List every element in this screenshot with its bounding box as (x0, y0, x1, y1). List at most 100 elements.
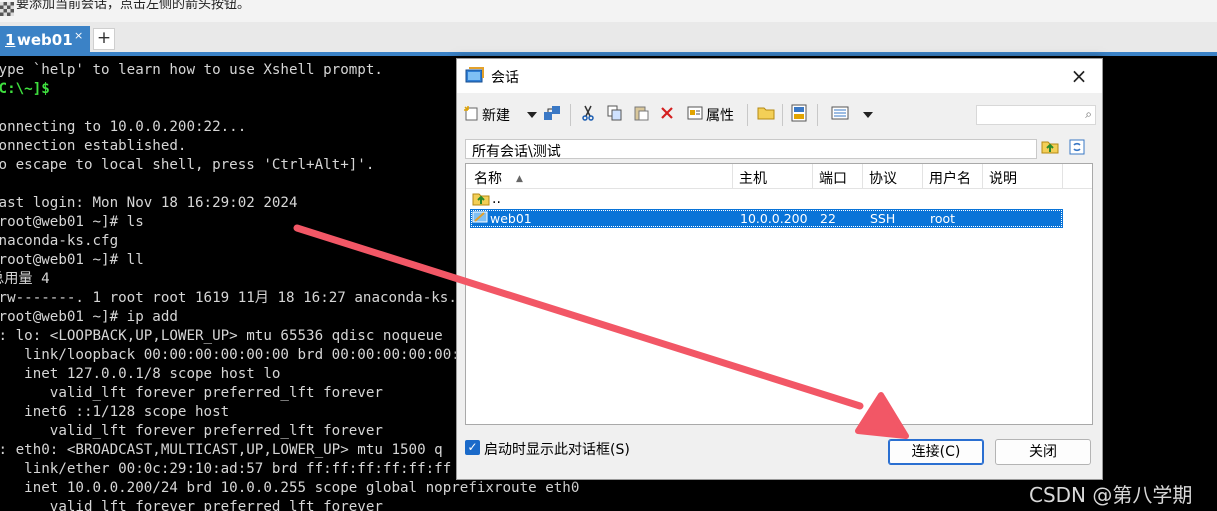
terminal-line: 总用量 4 (0, 271, 50, 287)
column-header-name[interactable]: 名称 ▲ (474, 168, 523, 188)
sort-ascending-icon: ▲ (516, 174, 523, 184)
chevron-down-icon (863, 107, 873, 123)
delete-button[interactable] (660, 103, 674, 127)
terminal-line: To escape to local shell, press 'Ctrl+Al… (0, 157, 375, 173)
terminal-line: Last login: Mon Nov 18 16:29:02 2024 (0, 195, 298, 211)
column-separator (982, 164, 983, 188)
session-host: 10.0.0.200 (740, 211, 808, 226)
session-manager-button[interactable] (791, 103, 807, 127)
path-field[interactable]: 所有会话\测试 (465, 139, 1037, 160)
session-list: 名称 ▲ 主机 端口 协议 用户名 说明 .. web01 10.0.0.200 … (465, 163, 1093, 425)
new-session-label: 新建 (482, 108, 510, 124)
terminal-line: -rw-------. 1 root root 1619 11月 18 16:2… (0, 290, 483, 306)
terminal-line: anaconda-ks.cfg (0, 233, 119, 249)
terminal-line: [root@web01 ~]# ip add (0, 309, 178, 325)
close-button[interactable]: 关闭 (995, 439, 1091, 465)
terminal-line: link/ether 00:0c:29:10:ad:57 brd ff:ff:f… (0, 461, 452, 477)
copy-button[interactable] (607, 103, 623, 127)
properties-label: 属性 (706, 108, 734, 124)
hint-icon (0, 2, 14, 16)
toolbar-separator (817, 104, 818, 126)
list-item-parent-folder[interactable]: .. (472, 191, 501, 209)
session-icon (472, 210, 488, 227)
paste-button[interactable] (633, 103, 649, 127)
search-input[interactable]: ⌕ (976, 105, 1096, 125)
terminal-line: link/loopback 00:00:00:00:00:00 brd 00:0… (0, 347, 477, 363)
toolbar-separator (570, 104, 571, 126)
column-separator (922, 164, 923, 188)
hint-bar: 要添加当前会话，点击左侧的箭头按钮。 (0, 0, 1217, 22)
folder-up-icon[interactable] (1041, 139, 1059, 159)
connect-button[interactable]: 连接(C) (888, 439, 984, 465)
properties-button[interactable]: 属性 (687, 103, 734, 127)
terminal-line: valid_lft forever preferred_lft forever (0, 423, 383, 439)
terminal-line: Type `help' to learn how to use Xshell p… (0, 62, 383, 78)
scissors-icon (581, 105, 595, 125)
startup-checkbox[interactable]: ✓ (465, 440, 480, 455)
paste-icon (633, 105, 649, 125)
new-dropdown-arrow[interactable] (527, 103, 537, 127)
terminal-line: valid_lft forever preferred_lft forever (0, 385, 383, 401)
session-protocol: SSH (870, 211, 896, 226)
tab-web01[interactable]: 1 web01 × (0, 26, 90, 52)
network-button[interactable] (543, 103, 561, 127)
tab-bar: 1 web01 × + (0, 22, 1217, 56)
terminal-line: 2: eth0: <BROADCAST,MULTICAST,UP,LOWER_U… (0, 442, 443, 458)
column-header-description[interactable]: 说明 (989, 168, 1017, 188)
network-icon (543, 104, 561, 126)
terminal-prompt: [C:\~]$ (0, 81, 50, 97)
column-header-protocol[interactable]: 协议 (869, 168, 897, 188)
dialog-title: 会话 (491, 70, 519, 86)
chevron-down-icon (527, 107, 537, 123)
dialog-footer: ✓ 启动时显示此对话框(S) 连接(C) 关闭 (457, 431, 1102, 479)
folder-icon (757, 105, 775, 125)
session-dialog: 会话 × 新建 属性 ⌕ 所有会话\测试 名称 ▲ 主机 端口 协议 用户名 说… (456, 58, 1103, 480)
column-separator (812, 164, 813, 188)
copy-icon (607, 105, 623, 125)
toolbar-separator (782, 104, 783, 126)
tab-close-icon[interactable]: × (74, 29, 83, 42)
list-view-icon (831, 106, 849, 124)
tab-label: web01 (17, 31, 73, 49)
refresh-icon[interactable] (1069, 139, 1085, 159)
cut-button[interactable] (581, 103, 595, 127)
delete-icon (660, 106, 674, 124)
session-manager-icon (791, 104, 807, 126)
terminal-line: valid_lft forever preferred_lft forever (0, 499, 383, 511)
list-header: 名称 ▲ 主机 端口 协议 用户名 说明 (466, 164, 1092, 189)
column-header-host[interactable]: 主机 (739, 168, 767, 188)
toolbar-separator (747, 104, 748, 126)
startup-checkbox-label[interactable]: 启动时显示此对话框(S) (484, 439, 630, 459)
close-icon[interactable]: × (1066, 63, 1092, 89)
search-icon: ⌕ (1085, 107, 1092, 121)
terminal-line: [root@web01 ~]# ll (0, 252, 144, 268)
column-separator (732, 164, 733, 188)
terminal-line: [root@web01 ~]# ls (0, 214, 144, 230)
sessions-icon (465, 67, 485, 89)
parent-folder-label: .. (492, 191, 501, 207)
new-session-icon (463, 105, 479, 125)
session-port: 22 (820, 211, 836, 226)
terminal-line: Connecting to 10.0.0.200:22... (0, 119, 247, 135)
path-bar: 所有会话\测试 (465, 137, 1093, 161)
new-session-button[interactable]: 新建 (463, 103, 510, 127)
dialog-toolbar: 新建 属性 ⌕ (457, 99, 1102, 131)
view-button[interactable] (831, 103, 873, 127)
column-separator (862, 164, 863, 188)
terminal-line: inet 10.0.0.200/24 brd 10.0.0.255 scope … (0, 480, 580, 496)
table-row[interactable]: web01 10.0.0.200 22 SSH root (470, 209, 1063, 228)
new-folder-button[interactable] (757, 103, 775, 127)
column-separator (1062, 164, 1063, 188)
path-text: 所有会话\测试 (472, 144, 561, 160)
properties-icon (687, 105, 703, 125)
session-name: web01 (490, 211, 532, 226)
tab-number: 1 (5, 31, 16, 49)
terminal-line: inet6 ::1/128 scope host (0, 404, 230, 420)
watermark: CSDN @第八学期 (1029, 483, 1193, 507)
terminal-line: 1: lo: <LOOPBACK,UP,LOWER_UP> mtu 65536 … (0, 328, 443, 344)
column-header-port[interactable]: 端口 (819, 168, 847, 188)
column-header-user[interactable]: 用户名 (929, 168, 971, 188)
terminal-line: inet 127.0.0.1/8 scope host lo (0, 366, 281, 382)
add-tab-button[interactable]: + (93, 28, 115, 50)
hint-text: 要添加当前会话，点击左侧的箭头按钮。 (16, 0, 251, 12)
